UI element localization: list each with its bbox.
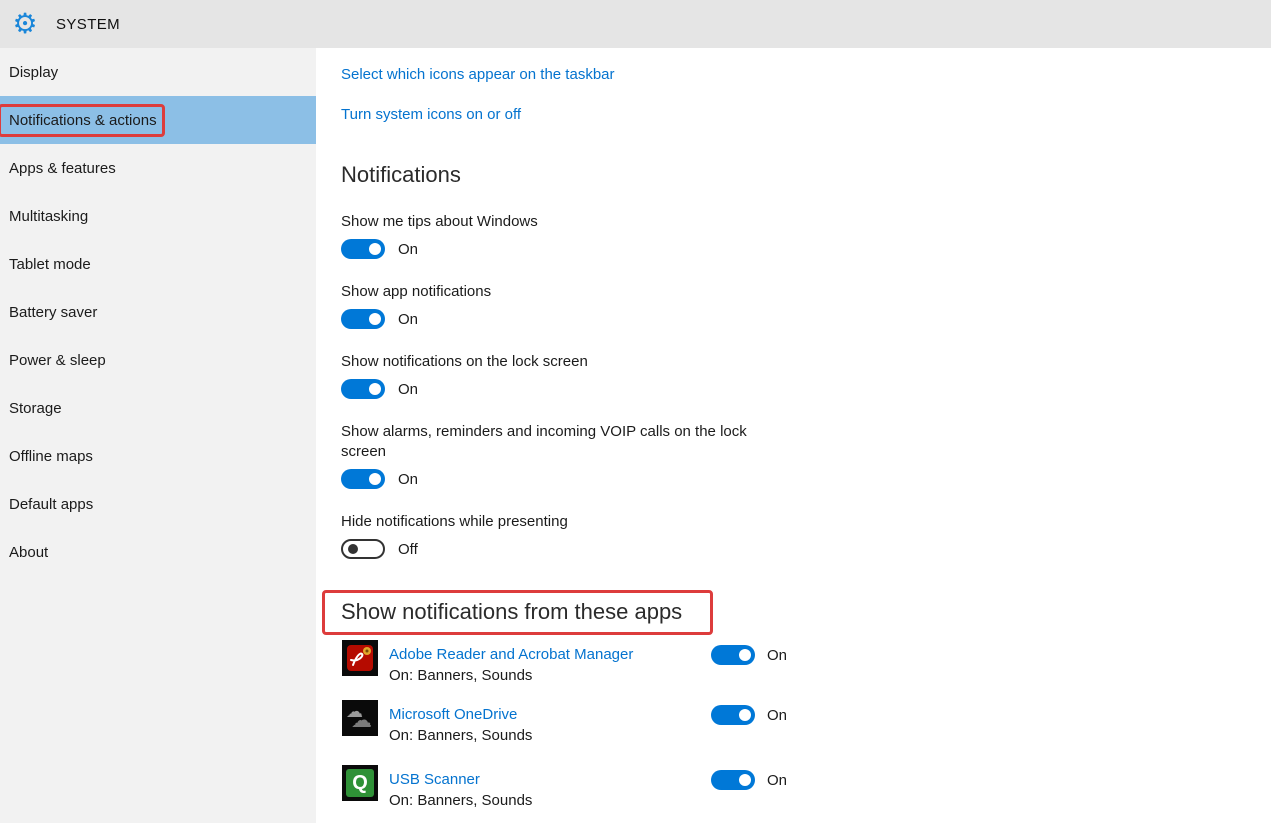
app-link-usb-scanner[interactable]: USB Scanner — [389, 771, 480, 788]
link-select-taskbar-icons[interactable]: Select which icons appear on the taskbar — [341, 66, 615, 83]
toggle-show-tips[interactable] — [341, 239, 385, 259]
page-title: SYSTEM — [56, 16, 120, 33]
main-content: Select which icons appear on the taskbar… — [316, 48, 1271, 823]
toggle-alarms-voip-lock-screen[interactable] — [341, 469, 385, 489]
app-row-onedrive: Microsoft OneDrive On: Banners, Sounds O… — [342, 700, 862, 740]
usb-scanner-icon: Q — [342, 765, 378, 801]
toggle-state-label: On — [398, 311, 418, 328]
adobe-reader-icon — [342, 640, 378, 676]
toggle-app-usb-scanner[interactable] — [711, 770, 755, 790]
toggle-knob — [739, 649, 751, 661]
link-turn-system-icons[interactable]: Turn system icons on or off — [341, 106, 521, 123]
onedrive-icon — [342, 700, 378, 736]
setting-show-app-notifications: Show app notifications On — [341, 282, 761, 329]
toggle-state-label: On — [398, 381, 418, 398]
sidebar: Display Notifications & actions Apps & f… — [0, 48, 316, 823]
toggle-state-label: On — [767, 707, 787, 724]
toggle-knob — [369, 313, 381, 325]
sidebar-item-tablet-mode[interactable]: Tablet mode — [0, 240, 316, 288]
setting-label: Show me tips about Windows — [341, 212, 753, 232]
setting-label: Hide notifications while presenting — [341, 512, 753, 532]
toggle-show-app-notifications[interactable] — [341, 309, 385, 329]
app-link-adobe-reader[interactable]: Adobe Reader and Acrobat Manager — [389, 646, 633, 663]
sidebar-item-storage[interactable]: Storage — [0, 384, 316, 432]
sidebar-item-multitasking[interactable]: Multitasking — [0, 192, 316, 240]
toggle-knob — [739, 709, 751, 721]
toggle-knob — [369, 243, 381, 255]
toggle-knob — [369, 473, 381, 485]
cloud-icon — [351, 708, 372, 733]
usb-scanner-letter: Q — [346, 769, 374, 797]
toggle-state-label: Off — [398, 541, 418, 558]
toggle-state-label: On — [767, 772, 787, 789]
toggle-lock-screen-notifications[interactable] — [341, 379, 385, 399]
setting-hide-while-presenting: Hide notifications while presenting Off — [341, 512, 761, 559]
toggle-knob — [739, 774, 751, 786]
toggle-state-label: On — [398, 241, 418, 258]
app-notification-detail: On: Banners, Sounds — [389, 727, 532, 744]
toggle-hide-while-presenting[interactable] — [341, 539, 385, 559]
toggle-app-onedrive[interactable] — [711, 705, 755, 725]
app-row-adobe-reader: Adobe Reader and Acrobat Manager On: Ban… — [342, 640, 862, 680]
settings-window: { "app": { "title": "SYSTEM" }, "sidebar… — [0, 0, 1271, 823]
setting-alarms-voip-lock-screen: Show alarms, reminders and incoming VOIP… — [341, 422, 761, 489]
sidebar-item-about[interactable]: About — [0, 528, 316, 576]
setting-label: Show alarms, reminders and incoming VOIP… — [341, 422, 753, 462]
sidebar-item-notifications-actions[interactable]: Notifications & actions — [0, 96, 316, 144]
header-bar: SYSTEM — [0, 0, 1271, 48]
toggle-state-label: On — [398, 471, 418, 488]
app-notification-detail: On: Banners, Sounds — [389, 792, 532, 809]
toggle-knob — [369, 383, 381, 395]
settings-gear-icon — [2, 10, 48, 38]
toggle-knob — [348, 544, 358, 554]
setting-label: Show notifications on the lock screen — [341, 352, 753, 372]
sidebar-item-offline-maps[interactable]: Offline maps — [0, 432, 316, 480]
setting-show-tips: Show me tips about Windows On — [341, 212, 761, 259]
sidebar-item-display[interactable]: Display — [0, 48, 316, 96]
toggle-app-adobe-reader[interactable] — [711, 645, 755, 665]
sidebar-item-power-sleep[interactable]: Power & sleep — [0, 336, 316, 384]
app-link-onedrive[interactable]: Microsoft OneDrive — [389, 706, 517, 723]
toggle-state-label: On — [767, 647, 787, 664]
app-row-usb-scanner: Q USB Scanner On: Banners, Sounds On — [342, 765, 862, 805]
setting-lock-screen-notifications: Show notifications on the lock screen On — [341, 352, 761, 399]
apps-notifications-heading: Show notifications from these apps — [341, 599, 682, 625]
sidebar-item-apps-features[interactable]: Apps & features — [0, 144, 316, 192]
sidebar-item-default-apps[interactable]: Default apps — [0, 480, 316, 528]
sidebar-item-battery-saver[interactable]: Battery saver — [0, 288, 316, 336]
setting-label: Show app notifications — [341, 282, 753, 302]
notifications-heading: Notifications — [341, 162, 461, 188]
app-notification-detail: On: Banners, Sounds — [389, 667, 532, 684]
